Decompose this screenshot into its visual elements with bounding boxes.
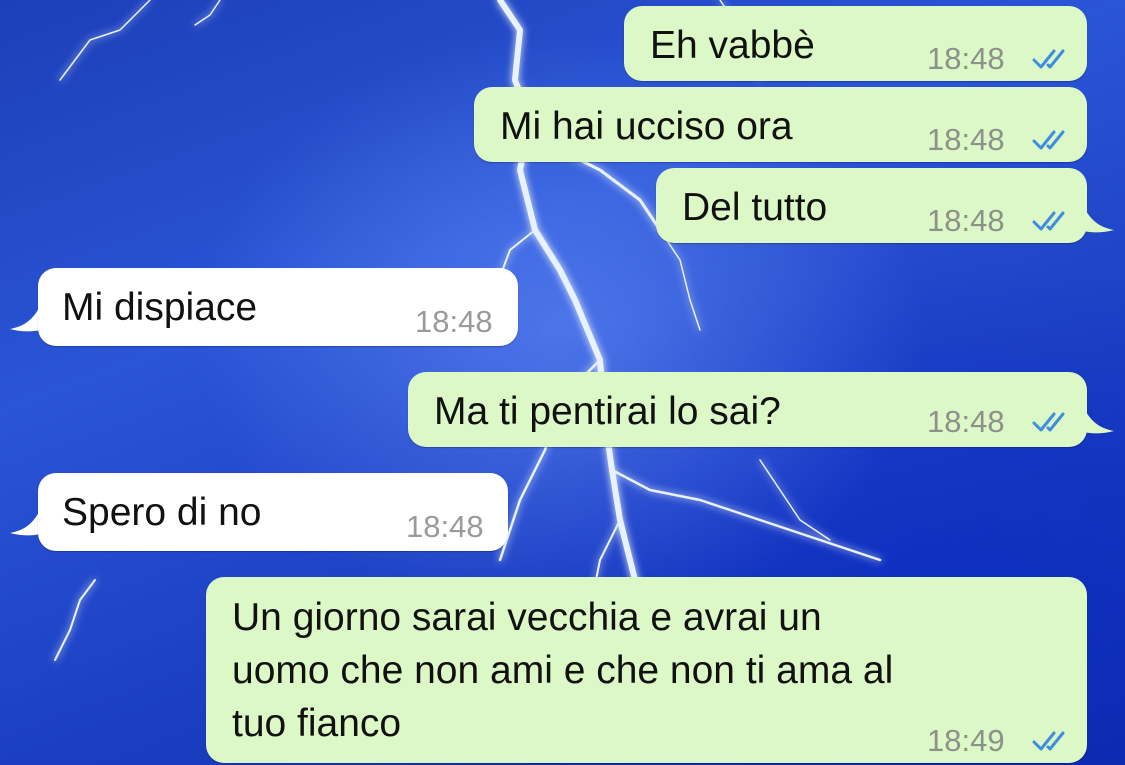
message-line: Un giorno sarai vecchia e avrai un xyxy=(232,596,822,639)
bubble-tail xyxy=(1084,408,1114,434)
message-bubble-outgoing[interactable]: Eh vabbè 18:48 xyxy=(624,6,1087,81)
message-timestamp: 18:48 xyxy=(927,404,1005,439)
bubble-tail xyxy=(10,306,40,332)
message-text: Spero di no xyxy=(62,491,262,534)
double-check-icon xyxy=(1032,211,1065,231)
message-bubble-incoming[interactable]: Spero di no 18:48 xyxy=(38,473,508,551)
message-text: Eh vabbè xyxy=(650,24,815,67)
message-bubble-outgoing[interactable]: Ma ti pentirai lo sai? 18:48 xyxy=(408,372,1087,447)
message-bubble-outgoing[interactable]: Del tutto 18:48 xyxy=(656,168,1087,243)
double-check-icon xyxy=(1032,130,1065,150)
message-line: uomo che non ami e che non ti ama al xyxy=(232,649,894,692)
message-text: Mi hai ucciso ora xyxy=(500,105,793,148)
message-text-multiline: Un giorno sarai vecchia e avrai un uomo … xyxy=(232,591,893,750)
message-timestamp: 18:48 xyxy=(927,122,1005,157)
bubble-tail xyxy=(10,510,40,536)
message-timestamp: 18:48 xyxy=(415,304,493,339)
double-check-icon xyxy=(1032,49,1065,69)
message-timestamp: 18:48 xyxy=(927,41,1005,76)
message-text: Del tutto xyxy=(682,186,828,229)
message-timestamp: 18:48 xyxy=(406,509,484,544)
message-line: tuo fianco xyxy=(232,702,402,745)
double-check-icon xyxy=(1032,412,1065,432)
message-bubble-outgoing[interactable]: Un giorno sarai vecchia e avrai un uomo … xyxy=(206,577,1087,763)
message-timestamp: 18:48 xyxy=(927,203,1005,238)
message-text: Mi dispiace xyxy=(62,286,258,329)
message-bubble-incoming[interactable]: Mi dispiace 18:48 xyxy=(38,268,518,346)
message-timestamp: 18:49 xyxy=(927,723,1005,758)
bubble-tail xyxy=(1084,207,1114,233)
message-bubble-outgoing[interactable]: Mi hai ucciso ora 18:48 xyxy=(474,87,1087,162)
double-check-icon xyxy=(1032,731,1065,751)
message-text: Ma ti pentirai lo sai? xyxy=(434,390,781,433)
